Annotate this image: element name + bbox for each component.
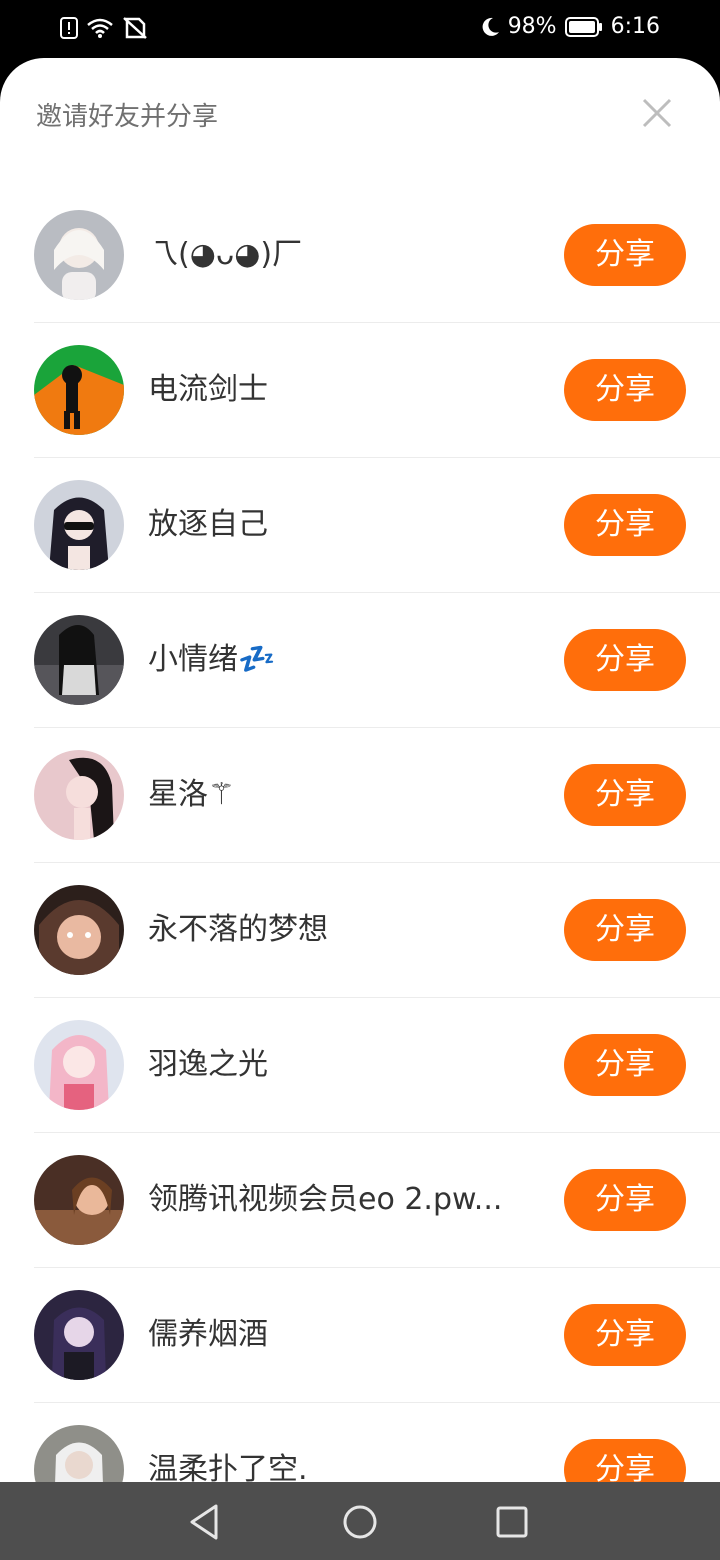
friend-row: 儒养烟酒 分享 [0,1268,720,1403]
status-bar: 98% 6:16 [0,0,720,58]
battery-percent: 98% [507,14,557,39]
share-button[interactable]: 分享 [564,1439,686,1482]
moon-icon [480,16,500,38]
back-button[interactable] [186,1502,226,1542]
avatar [34,1155,124,1245]
close-icon [642,98,672,128]
alert-icon [60,17,78,39]
share-button[interactable]: 分享 [564,764,686,826]
share-button[interactable]: 分享 [564,629,686,691]
share-button[interactable]: 分享 [564,359,686,421]
friend-name: 小情绪💤 [148,642,276,677]
clock: 6:16 [610,14,660,39]
battery-icon [564,16,603,38]
friend-name: 羽逸之光 [148,1047,268,1082]
avatar [34,750,124,840]
avatar [34,480,124,570]
avatar [34,210,124,300]
friend-row: 羽逸之光 分享 [0,998,720,1133]
friend-row: 电流剑士 分享 [0,323,720,458]
friend-name: 永不落的梦想 [148,912,328,947]
share-sheet: 邀请好友并分享 乁(◕ᴗ◕)厂 分享 电流剑士 分享 放逐自己 分享 小情绪💤 … [0,58,720,1482]
friend-row: 永不落的梦想 分享 [0,863,720,998]
friend-list: 乁(◕ᴗ◕)厂 分享 电流剑士 分享 放逐自己 分享 小情绪💤 分享 星洛⚚ 分… [0,188,720,1482]
friend-row: 乁(◕ᴗ◕)厂 分享 [0,188,720,323]
avatar [34,1290,124,1380]
avatar [34,1425,124,1482]
back-icon [190,1504,218,1540]
navigation-bar [0,1482,720,1560]
friend-row: 领腾讯视频会员eo 2.pw... 分享 [0,1133,720,1268]
no-sim-icon [122,16,148,40]
friend-name: 乁(◕ᴗ◕)厂 [148,237,303,272]
home-button[interactable] [340,1502,380,1542]
avatar [34,1020,124,1110]
share-button[interactable]: 分享 [564,1304,686,1366]
friend-name: 电流剑士 [148,372,268,407]
friend-name: 儒养烟酒 [148,1317,268,1352]
close-button[interactable] [640,96,674,130]
share-button[interactable]: 分享 [564,899,686,961]
share-button[interactable]: 分享 [564,1034,686,1096]
share-button[interactable]: 分享 [564,224,686,286]
friend-name: 星洛⚚ [148,777,235,812]
avatar [34,345,124,435]
friend-row: 放逐自己 分享 [0,458,720,593]
friend-name: 领腾讯视频会员eo 2.pw... [148,1182,503,1217]
recents-button[interactable] [492,1502,532,1542]
avatar [34,885,124,975]
friend-row: 小情绪💤 分享 [0,593,720,728]
friend-row: 星洛⚚ 分享 [0,728,720,863]
friend-name: 放逐自己 [148,507,268,542]
friend-name: 温柔扑了空. [148,1452,308,1482]
home-icon [343,1505,377,1539]
share-button[interactable]: 分享 [564,1169,686,1231]
wifi-icon [86,17,114,39]
avatar [34,615,124,705]
recents-icon [496,1506,528,1538]
share-button[interactable]: 分享 [564,494,686,556]
friend-row: 温柔扑了空. 分享 [0,1403,720,1482]
sheet-title: 邀请好友并分享 [36,102,219,132]
